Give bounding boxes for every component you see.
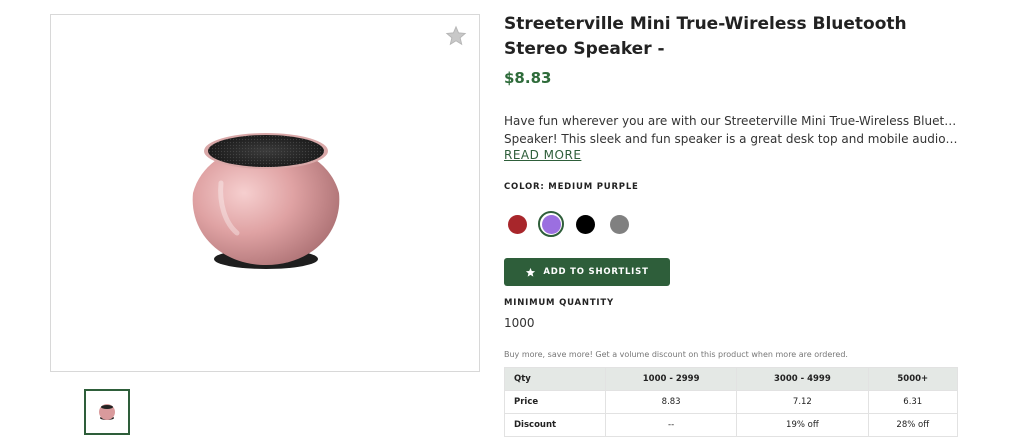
minimum-quantity-label: MINIMUM QUANTITY: [504, 298, 614, 308]
star-icon[interactable]: [445, 25, 467, 47]
thumbnail-image: [99, 404, 115, 420]
table-cell: 7.12: [736, 390, 869, 414]
volume-discount-note: Buy more, save more! Get a volume discou…: [504, 350, 848, 359]
table-cell: 28% off: [867, 413, 958, 437]
swatch-dot: [609, 214, 629, 234]
product-image[interactable]: [181, 123, 351, 283]
swatch-dot: [507, 214, 527, 234]
description-line: Have fun wherever you are with our Stree…: [504, 114, 960, 128]
product-description: Have fun wherever you are with our Stree…: [504, 112, 960, 148]
product-thumbnail[interactable]: [84, 389, 130, 435]
volume-pricing-table: Qty 1000 - 2999 3000 - 4999 5000+ Price …: [504, 367, 958, 437]
table-cell: --: [604, 413, 738, 437]
color-swatch-medium-purple[interactable]: [538, 211, 564, 237]
product-title: Streeterville Mini True-Wireless Bluetoo…: [504, 14, 907, 59]
table-cell: Price: [504, 390, 606, 414]
swatch-dot: [541, 214, 561, 234]
product-image-gallery: [50, 14, 480, 372]
color-swatches: [504, 211, 640, 237]
color-swatch-black[interactable]: [572, 211, 598, 237]
table-cell: Discount: [504, 413, 606, 437]
table-header-cell: Qty: [504, 367, 606, 391]
star-icon: [526, 267, 536, 277]
add-to-shortlist-button[interactable]: ADD TO SHORTLIST: [504, 258, 670, 286]
color-label: COLOR: MEDIUM PURPLE: [504, 182, 639, 192]
swatch-dot: [575, 214, 595, 234]
description-line: Speaker! This sleek and fun speaker is a…: [504, 132, 960, 146]
shortlist-button-label: ADD TO SHORTLIST: [543, 267, 649, 277]
minimum-quantity-value: 1000: [504, 316, 535, 330]
product-price: $8.83: [504, 69, 552, 87]
table-header-cell: 5000+: [867, 367, 958, 391]
table-header-cell: 3000 - 4999: [736, 367, 869, 391]
table-cell: 8.83: [604, 390, 738, 414]
table-header-row: Qty 1000 - 2999 3000 - 4999 5000+: [504, 367, 958, 391]
color-swatch-gray[interactable]: [606, 211, 632, 237]
table-row: Price 8.83 7.12 6.31: [504, 390, 958, 414]
read-more-link[interactable]: READ MORE: [504, 148, 581, 162]
table-cell: 6.31: [867, 390, 958, 414]
table-cell: 19% off: [736, 413, 869, 437]
table-row: Discount -- 19% off 28% off: [504, 413, 958, 437]
color-swatch-red[interactable]: [504, 211, 530, 237]
table-header-cell: 1000 - 2999: [604, 367, 738, 391]
